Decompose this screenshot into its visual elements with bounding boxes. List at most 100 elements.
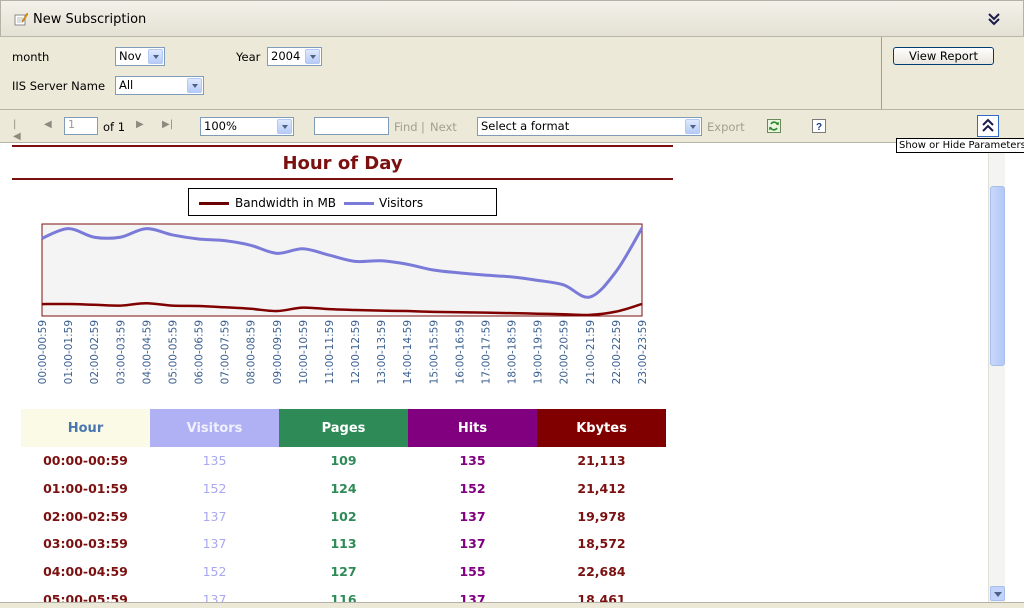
parameter-area: month Nov Year 2004 IIS Server Name All … — [0, 37, 1024, 110]
header-hour: Hour — [21, 409, 150, 447]
cell-kbytes: 18,461 — [577, 591, 626, 602]
parameters-tooltip: Show or Hide Parameters — [896, 138, 1024, 153]
help-icon[interactable]: ? — [812, 119, 826, 133]
month-select[interactable]: Nov — [115, 47, 165, 66]
x-tick-label: 12:00-12:59 — [350, 320, 362, 384]
hour-of-day-chart: 00:00-00:59 01:00-01:59 02:00-02:59 03:00-0… — [37, 223, 649, 384]
year-label: Year — [236, 50, 261, 64]
table-row: 04:00-04:59 152 127 155 22,684 — [21, 558, 666, 586]
cell-kbytes: 18,572 — [577, 536, 626, 552]
table-row: 02:00-02:59 137 102 137 19,978 — [21, 502, 666, 530]
x-tick-label: 23:00-23:59 — [637, 320, 649, 384]
table-header-row: Hour Visitors Pages Hits Kbytes — [21, 409, 666, 447]
x-tick-label: 10:00-10:59 — [298, 320, 310, 384]
window-title-bar: New Subscription — [0, 0, 1024, 37]
find-link[interactable]: Find — [394, 120, 418, 134]
server-select-value: All — [119, 78, 134, 92]
x-tick-label: 05:00-05:59 — [167, 320, 179, 384]
scrollbar-thumb[interactable] — [990, 186, 1005, 366]
status-bar — [0, 602, 1024, 608]
x-tick-label: 03:00-03:59 — [115, 320, 127, 384]
x-tick-label: 02:00-02:59 — [89, 320, 101, 384]
show-hide-parameters-button[interactable] — [977, 115, 999, 137]
legend-swatch-bandwidth — [199, 202, 229, 205]
x-tick-label: 21:00-21:59 — [585, 320, 597, 384]
cell-pages: 124 — [330, 481, 357, 497]
find-input[interactable] — [314, 117, 389, 135]
month-label: month — [12, 50, 50, 64]
view-report-button[interactable]: View Report — [893, 47, 994, 65]
collapse-chevron-icon[interactable] — [987, 11, 1001, 27]
table-row: 05:00-05:59 137 116 137 18,461 — [21, 585, 666, 602]
chevron-down-icon — [187, 78, 202, 93]
x-tick-label: 07:00-07:59 — [220, 320, 232, 384]
x-tick-label: 09:00-09:59 — [272, 320, 284, 384]
cell-pages: 127 — [330, 564, 357, 580]
cell-kbytes: 21,113 — [577, 453, 626, 469]
x-tick-label: 22:00-22:59 — [611, 320, 623, 384]
window-title: New Subscription — [33, 12, 147, 27]
page-count: of 1 — [103, 120, 126, 134]
cell-hits: 152 — [459, 481, 486, 497]
x-tick-label: 01:00-01:59 — [63, 320, 75, 384]
year-select-value: 2004 — [271, 49, 301, 63]
title-bottom-rule — [12, 178, 673, 180]
last-page-icon[interactable]: ▶| — [162, 119, 173, 131]
x-tick-label: 00:00-00:59 — [37, 320, 49, 384]
next-page-icon[interactable]: ▶ — [136, 119, 146, 131]
title-top-rule — [12, 145, 673, 147]
cell-pages: 102 — [330, 508, 357, 524]
x-tick-label: 18:00-18:59 — [507, 320, 519, 384]
header-hits: Hits — [408, 409, 537, 447]
x-tick-label: 13:00-13:59 — [376, 320, 388, 384]
cell-kbytes: 21,412 — [577, 481, 626, 497]
export-format-select[interactable]: Select a format — [477, 117, 702, 136]
cell-hour: 01:00-01:59 — [43, 481, 128, 497]
cell-visitors: 137 — [202, 536, 227, 552]
cell-visitors: 152 — [202, 481, 227, 497]
next-link[interactable]: Next — [430, 120, 457, 134]
header-pages: Pages — [279, 409, 408, 447]
page-number-input[interactable]: 1 — [64, 117, 98, 135]
scroll-down-icon[interactable] — [990, 586, 1005, 601]
x-tick-label: 19:00-19:59 — [533, 320, 545, 384]
x-tick-label: 04:00-04:59 — [141, 320, 153, 384]
cell-hits: 137 — [459, 508, 486, 524]
cell-visitors: 137 — [202, 508, 227, 524]
cell-hour: 00:00-00:59 — [43, 453, 128, 469]
legend-swatch-visitors — [344, 202, 374, 205]
header-visitors: Visitors — [150, 409, 279, 447]
double-chevron-up-icon — [982, 118, 994, 132]
chevron-down-icon — [277, 119, 292, 134]
chevron-down-icon — [305, 49, 320, 64]
export-link[interactable]: Export — [707, 120, 745, 134]
legend-label-visitors: Visitors — [379, 196, 424, 210]
refresh-icon[interactable] — [767, 119, 781, 133]
server-select[interactable]: All — [115, 76, 204, 95]
x-tick-label: 06:00-06:59 — [194, 320, 206, 384]
cell-hits: 137 — [459, 536, 486, 552]
x-tick-label: 15:00-15:59 — [428, 320, 440, 384]
cell-visitors: 137 — [202, 591, 227, 602]
cell-pages: 113 — [330, 536, 357, 552]
x-tick-label: 14:00-14:59 — [402, 320, 414, 384]
month-select-value: Nov — [119, 49, 142, 63]
x-tick-label: 16:00-16:59 — [454, 320, 466, 384]
zoom-select-value: 100% — [204, 119, 237, 133]
year-select[interactable]: 2004 — [267, 47, 322, 66]
first-page-icon[interactable]: |◀ — [13, 119, 23, 142]
x-tick-label: 20:00-20:59 — [559, 320, 571, 384]
hour-data-table: Hour Visitors Pages Hits Kbytes 00:00-00… — [21, 409, 666, 602]
cell-pages: 109 — [330, 453, 357, 469]
table-row: 03:00-03:59 137 113 137 18,572 — [21, 530, 666, 558]
cell-visitors: 152 — [202, 564, 227, 580]
previous-page-icon[interactable]: ◀ — [44, 119, 54, 131]
report-scrollbar[interactable] — [988, 144, 1005, 602]
cell-hits: 135 — [459, 453, 486, 469]
table-row: 01:00-01:59 152 124 152 21,412 — [21, 475, 666, 503]
report-title: Hour of Day — [282, 153, 403, 174]
report-viewer: Hour of Day Bandwidth in MB Visitors 00:… — [0, 144, 988, 602]
x-tick-label: 17:00-17:59 — [480, 320, 492, 384]
server-label: IIS Server Name — [12, 79, 106, 93]
zoom-select[interactable]: 100% — [200, 117, 294, 136]
